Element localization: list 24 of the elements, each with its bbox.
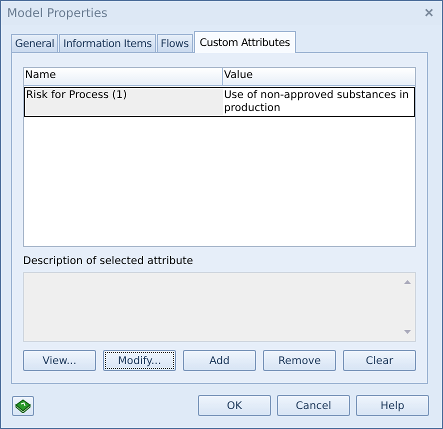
- window-title: Model Properties: [7, 6, 108, 20]
- action-button[interactable]: View...: [23, 350, 96, 371]
- description-field[interactable]: [23, 272, 416, 342]
- action-button[interactable]: Remove: [263, 350, 336, 371]
- tab[interactable]: Custom Attributes: [194, 31, 296, 53]
- scroll-down-icon[interactable]: [404, 330, 410, 334]
- help-book-button[interactable]: [12, 396, 34, 416]
- tab[interactable]: Information Items: [59, 34, 156, 52]
- action-button[interactable]: Clear: [343, 350, 416, 371]
- action-button[interactable]: Add: [183, 350, 256, 371]
- dialog-button[interactable]: Help: [356, 395, 429, 416]
- column-header[interactable]: Name: [24, 68, 223, 85]
- description-label: Description of selected attribute: [23, 255, 194, 268]
- action-button[interactable]: Modify...: [103, 350, 176, 371]
- dialog-button[interactable]: Cancel: [277, 395, 350, 416]
- table-cell: Risk for Process (1): [25, 88, 223, 116]
- column-header[interactable]: Value: [223, 68, 415, 85]
- table-row[interactable]: Risk for Process (1) Use of non-approved substances in production: [24, 87, 415, 117]
- book-icon: [15, 398, 31, 412]
- table-cell-text: Use of non-approved substances in production: [223, 88, 410, 116]
- tab[interactable]: General: [11, 34, 58, 52]
- dialog-button[interactable]: OK: [198, 395, 271, 416]
- scroll-up-icon[interactable]: [404, 280, 410, 284]
- tab[interactable]: Flows: [156, 34, 193, 52]
